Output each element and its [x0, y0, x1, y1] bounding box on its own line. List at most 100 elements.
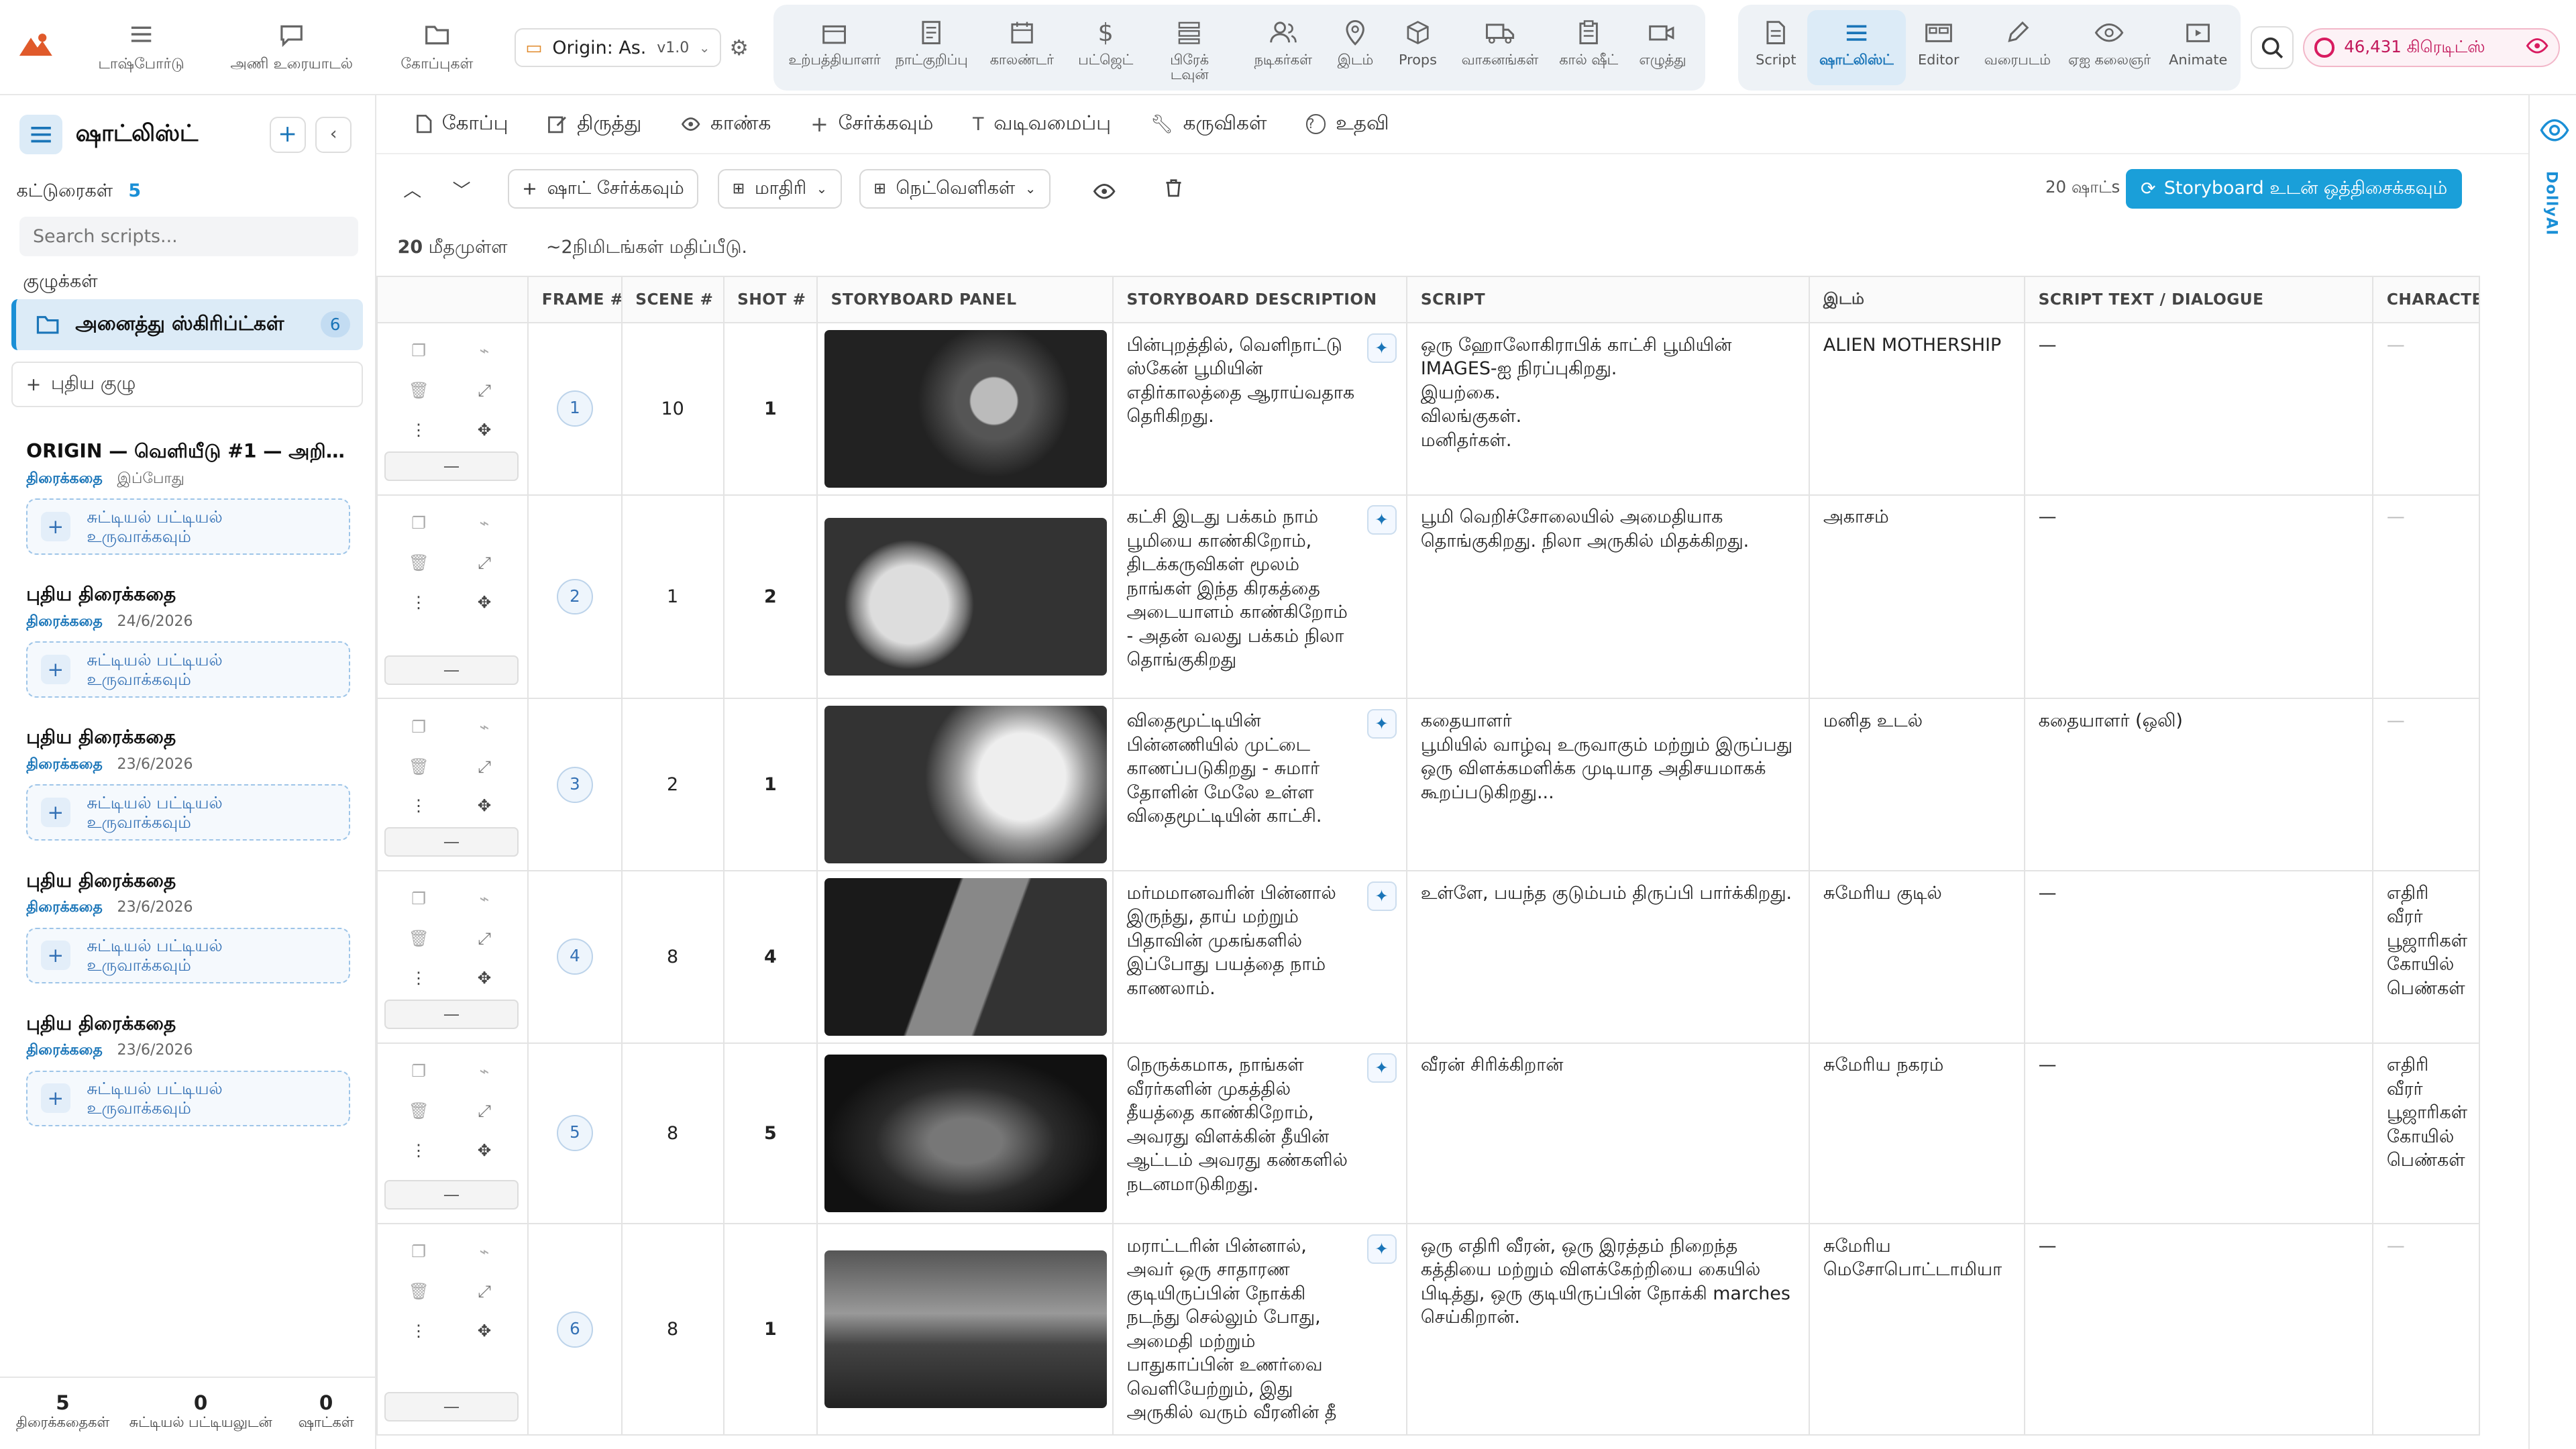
ai-sparkle-icon[interactable]: ✦ [1366, 505, 1397, 535]
header-character[interactable]: CHARACTER [2372, 276, 2481, 323]
row-status-field[interactable]: — [384, 827, 519, 857]
columns-dropdown[interactable]: ⊞ நெட்வெளிகள் ⌄ [859, 169, 1051, 209]
ai-sparkle-icon[interactable]: ✦ [1366, 881, 1397, 911]
frame-badge[interactable]: 5 [556, 1115, 593, 1152]
table-row[interactable]: ❐ ⌁ 🗑︎ ⤢ ⋮ ✥ — 4 8 4 மர்மமானவரின் பின்னா… [376, 869, 2481, 1044]
location-cell[interactable]: சுமேரிய நகரம் [1809, 1042, 2026, 1224]
location-cell[interactable]: ALIEN MOTHERSHIP [1809, 321, 2026, 496]
script-cell[interactable]: பூமி வெறிச்சோலையில் அமைதியாக தொங்குகிறது… [1406, 494, 1811, 700]
storyboard-panel-image[interactable] [824, 329, 1108, 488]
tool-callsheet[interactable]: கால் ஷீட் [1559, 18, 1618, 67]
link-icon[interactable]: ⌁ [473, 1060, 496, 1083]
menu-format[interactable]: T வடிவமைப்பு [973, 111, 1111, 137]
character-cell[interactable]: — [2372, 698, 2481, 871]
link-icon[interactable]: ⌁ [473, 1240, 496, 1263]
move-icon[interactable]: ✥ [473, 1139, 496, 1162]
row-status-field[interactable]: — [384, 655, 519, 685]
link-icon[interactable]: ⌁ [473, 512, 496, 535]
description-cell[interactable]: கட்சி இடது பக்கம் நாம் பூமியை காண்கிறோம்… [1112, 494, 1408, 700]
trash-icon[interactable]: 🗑︎ [407, 551, 430, 574]
delete-button[interactable] [1165, 174, 1183, 205]
header-shot[interactable]: SHOT # [722, 276, 818, 323]
dialogue-cell[interactable]: — [2024, 1042, 2374, 1224]
trash-icon[interactable]: 🗑︎ [407, 1099, 430, 1122]
toggle-visibility-button[interactable] [1093, 176, 1116, 206]
scene-cell[interactable]: 2 [621, 698, 724, 871]
description-cell[interactable]: மராட்டரின் பின்னால், அவர் ஒரு சாதாரண குட… [1112, 1222, 1408, 1436]
scene-cell[interactable]: 8 [621, 1222, 724, 1436]
character-cell[interactable]: — [2372, 1222, 2481, 1436]
frame-cell[interactable]: 4 [527, 869, 623, 1044]
script-item[interactable]: புதிய திரைக்கதை திரைக்கதை 23/6/2026 + சுட… [0, 869, 376, 1012]
storyboard-panel-image[interactable] [824, 706, 1108, 864]
table-row[interactable]: ❐ ⌁ 🗑︎ ⤢ ⋮ ✥ — 3 2 1 விதைமூட்டியின் பின்… [376, 698, 2481, 871]
expand-icon[interactable]: ⤢ [473, 1099, 496, 1122]
template-dropdown[interactable]: ⊞ மாதிரி ⌄ [718, 169, 842, 209]
header-scene[interactable]: SCENE # [621, 276, 724, 323]
move-up-button[interactable]: ︿ [399, 176, 425, 202]
expand-icon[interactable]: ⤢ [473, 551, 496, 574]
tool-props[interactable]: Props [1385, 18, 1450, 67]
frame-badge[interactable]: 3 [556, 766, 593, 803]
ai-sparkle-icon[interactable]: ✦ [1366, 1053, 1397, 1083]
tool-ai-artist[interactable]: ஏஐ கலைஞர் [2067, 18, 2152, 67]
more-icon[interactable]: ⋮ [407, 794, 430, 817]
scene-cell[interactable]: 10 [621, 321, 724, 496]
frame-badge[interactable]: 6 [556, 1311, 593, 1348]
tool-animate[interactable]: Animate [2162, 18, 2235, 67]
storyboard-panel-cell[interactable] [816, 698, 1114, 871]
ai-rail-label[interactable]: DollyAI [2543, 171, 2560, 236]
shot-cell[interactable]: 1 [722, 698, 818, 871]
nav-team-chat[interactable]: அணி உரையாடல் [213, 19, 370, 74]
description-cell[interactable]: மர்மமானவரின் பின்னால் இருந்து, தாய் மற்ற… [1112, 869, 1408, 1044]
menu-help[interactable]: ? உதவி [1306, 111, 1389, 137]
script-cell[interactable]: ஒரு ஹோலோகிராபிக் காட்சி பூமியின் IMAGES-… [1406, 321, 1811, 496]
move-icon[interactable]: ✥ [473, 419, 496, 441]
character-cell[interactable]: — [2372, 321, 2481, 496]
move-down-button[interactable]: ﹀ [449, 176, 475, 202]
storyboard-panel-cell[interactable] [816, 1042, 1114, 1224]
tool-breakdown[interactable]: பிரேக் டவுன் [1152, 18, 1228, 83]
frame-badge[interactable]: 1 [556, 390, 593, 427]
storyboard-panel-cell[interactable] [816, 869, 1114, 1044]
script-item[interactable]: புதிய திரைக்கதை திரைக்கதை 24/6/2026 + சுட… [0, 583, 376, 726]
dialogue-cell[interactable]: — [2024, 494, 2374, 700]
row-status-field[interactable]: — [384, 451, 519, 482]
trash-icon[interactable]: 🗑︎ [407, 927, 430, 950]
character-cell[interactable]: — [2372, 494, 2481, 700]
frame-cell[interactable]: 1 [527, 321, 623, 496]
dialogue-cell[interactable]: — [2024, 1222, 2374, 1436]
tool-shotlist[interactable]: ஷாட்லிஸ்ட் [1807, 18, 1906, 67]
add-script-button[interactable]: + [269, 116, 306, 153]
script-cell[interactable]: வீரன் சிரிக்கிறான் [1406, 1042, 1811, 1224]
header-dialogue[interactable]: SCRIPT TEXT / DIALOGUE [2024, 276, 2374, 323]
ai-eye-icon[interactable] [2540, 118, 2569, 148]
move-icon[interactable]: ✥ [473, 591, 496, 614]
dialogue-cell[interactable]: கதையாளர் (ஒலி) [2024, 698, 2374, 871]
storyboard-panel-image[interactable] [824, 1250, 1108, 1409]
header-storyboard-panel[interactable]: STORYBOARD PANEL [816, 276, 1114, 323]
more-icon[interactable]: ⋮ [407, 967, 430, 989]
tool-location[interactable]: இடம் [1326, 18, 1385, 67]
scene-cell[interactable]: 8 [621, 1042, 724, 1224]
tool-writing[interactable]: எழுத்து [1625, 18, 1701, 67]
trash-icon[interactable]: 🗑︎ [407, 379, 430, 402]
tool-script[interactable]: Script [1745, 18, 1807, 67]
copy-icon[interactable]: ❐ [407, 1240, 430, 1263]
row-status-field[interactable]: — [384, 999, 519, 1030]
frame-cell[interactable]: 2 [527, 494, 623, 700]
table-row[interactable]: ❐ ⌁ 🗑︎ ⤢ ⋮ ✥ — 5 8 5 நெருக்கமாக, நாங்கள்… [376, 1042, 2481, 1224]
scene-cell[interactable]: 1 [621, 494, 724, 700]
link-icon[interactable]: ⌁ [473, 339, 496, 362]
create-shotlist-button[interactable]: + சுட்டியல் பட்டியல் உருவாக்கவும் [26, 1070, 350, 1126]
trash-icon[interactable]: 🗑︎ [407, 755, 430, 778]
tool-budget[interactable]: $ பட்ஜெட் [1063, 18, 1148, 67]
link-icon[interactable]: ⌁ [473, 888, 496, 910]
storyboard-panel-cell[interactable] [816, 1222, 1114, 1436]
new-group-button[interactable]: + புதிய குழு [11, 361, 364, 408]
script-item[interactable]: ORIGIN — வெளியீடு #1 — அறிமு... திரைக்கத… [0, 440, 376, 583]
character-cell[interactable]: எதிரி வீரர் பூஜாரிகள் கோயில் பெண்கள் [2372, 1042, 2481, 1224]
more-icon[interactable]: ⋮ [407, 1320, 430, 1342]
character-cell[interactable]: எதிரி வீரர் பூஜாரிகள் கோயில் பெண்கள் [2372, 869, 2481, 1044]
shot-cell[interactable]: 2 [722, 494, 818, 700]
